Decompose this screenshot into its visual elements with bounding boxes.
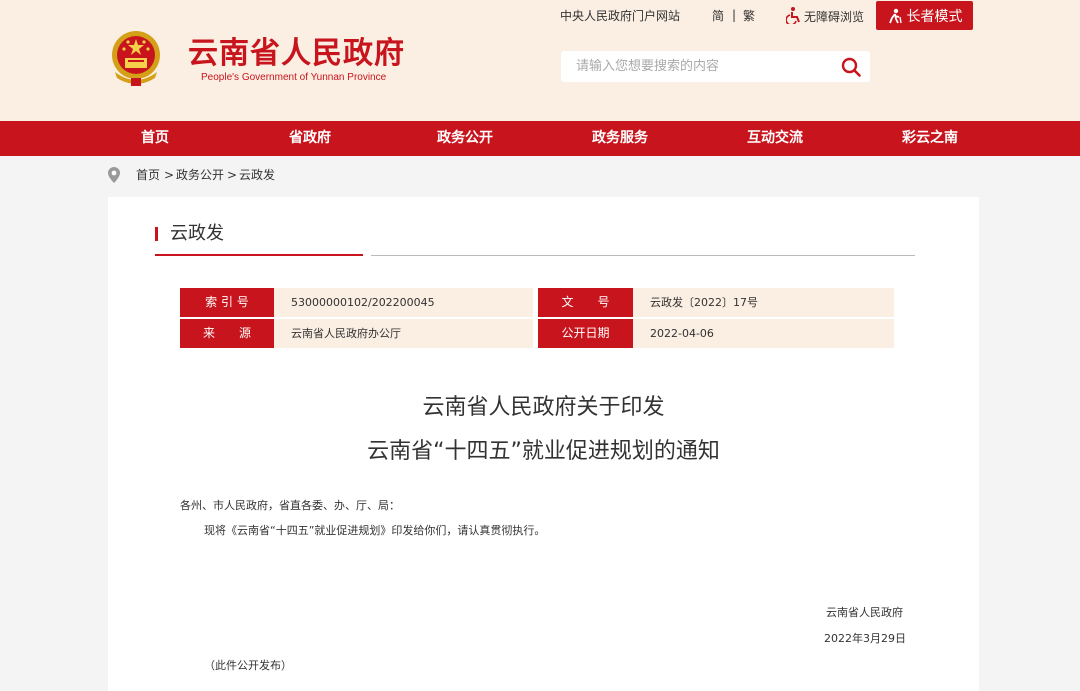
lang-separator: | (732, 8, 737, 22)
publish-date-value: 2022-04-06 (633, 319, 894, 348)
accessible-browse-link[interactable]: 无障碍浏览 (804, 9, 864, 25)
publish-date-label: 公开日期 (538, 319, 638, 348)
document-number-label: 文 号 (538, 288, 638, 317)
breadcrumb-current[interactable]: 云政发 (239, 166, 275, 184)
document-date: 2022年3月29日 (824, 632, 906, 645)
site-title[interactable]: 云南省人民政府 (188, 36, 405, 72)
section-underline-red (155, 254, 363, 256)
source-label: 来 源 (180, 319, 279, 348)
main-nav: 首页 省政府 政务公开 政务服务 互动交流 彩云之南 (0, 121, 1080, 156)
central-portal-link[interactable]: 中央人民政府门户网站 (560, 8, 680, 24)
elder-mode-label: 长者模式 (906, 8, 963, 25)
search-input[interactable] (561, 51, 831, 82)
traditional-link[interactable]: 繁 (743, 8, 755, 24)
nav-item-provincial-government[interactable]: 省政府 (250, 121, 370, 156)
site-subtitle: People's Government of Yunnan Province (201, 72, 387, 83)
document-title-line-2: 云南省“十四五”就业促进规划的通知 (367, 439, 720, 464)
nav-item-government-services[interactable]: 政务服务 (560, 121, 680, 156)
section-underline-gray (371, 255, 915, 256)
document-number-value: 云政发〔2022〕17号 (633, 288, 894, 317)
nav-item-colorful-yunnan[interactable]: 彩云之南 (870, 121, 990, 156)
nav-item-government-affairs[interactable]: 政务公开 (405, 121, 525, 156)
breadcrumb-government-affairs[interactable]: 政务公开 (176, 166, 224, 184)
source-value: 云南省人民政府办公厅 (274, 319, 533, 348)
nav-item-home[interactable]: 首页 (95, 121, 215, 156)
document-title-line-1: 云南省人民政府关于印发 (422, 395, 665, 420)
accessibility-icon[interactable] (786, 6, 802, 24)
index-number-value: 53000000102/202200045 (274, 288, 533, 317)
site-header: 云南省人民政府 People's Government of Yunnan Pr… (0, 0, 1080, 121)
breadcrumb-separator: > (227, 168, 238, 182)
national-emblem-icon[interactable] (107, 28, 165, 88)
location-pin-icon (108, 167, 120, 183)
index-number-label: 索 引 号 (180, 288, 279, 317)
breadcrumb-home[interactable]: 首页 (136, 166, 160, 184)
elder-mode-button[interactable]: 长者模式 (876, 1, 973, 30)
document-salutation: 各州、市人民政府，省直各委、办、厅、局： (180, 499, 400, 512)
simplified-link[interactable]: 简 (712, 8, 724, 24)
search-box (561, 51, 870, 82)
nav-item-interaction[interactable]: 互动交流 (715, 121, 835, 156)
section-title: 云政发 (170, 223, 224, 244)
document-note: （此件公开发布） (204, 659, 292, 672)
document-body: 现将《云南省“十四五”就业促进规划》印发给你们，请认真贯彻执行。 (204, 524, 546, 537)
elder-person-icon (888, 8, 902, 23)
search-icon[interactable] (840, 56, 862, 78)
document-signature: 云南省人民政府 (826, 606, 903, 619)
breadcrumb-separator: > (164, 168, 175, 182)
content-panel: 云政发 索 引 号 53000000102/202200045 文 号 云政发〔… (108, 197, 979, 691)
